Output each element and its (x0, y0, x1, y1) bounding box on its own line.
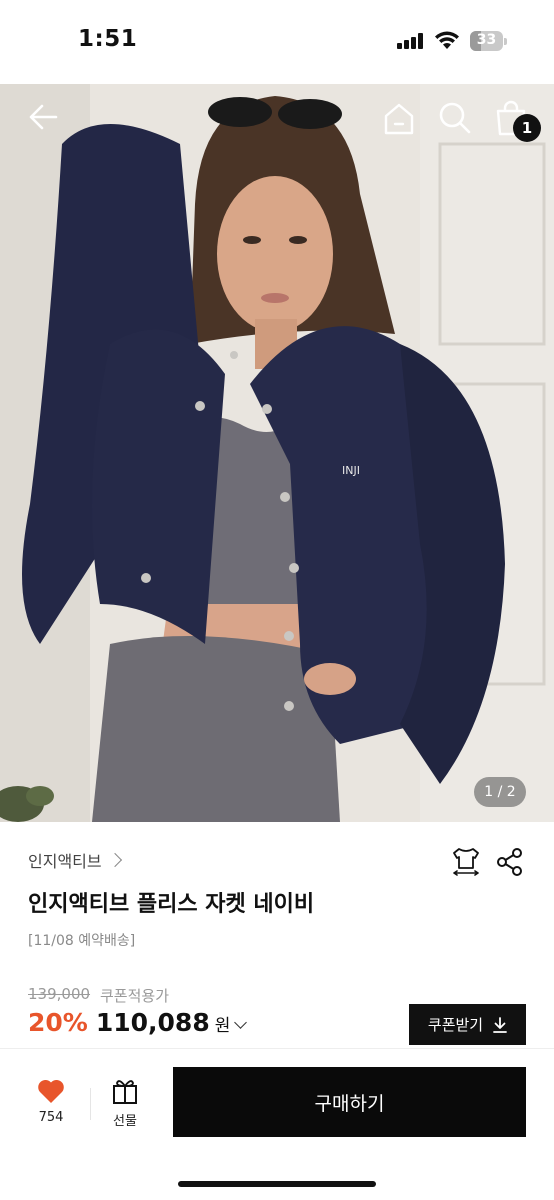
search-icon[interactable] (438, 101, 472, 135)
status-bar: 1:51 33 (0, 0, 554, 84)
wifi-icon (435, 31, 459, 49)
currency-unit: 원 (214, 1016, 231, 1036)
download-icon (493, 1016, 507, 1033)
status-time: 1:51 (78, 26, 138, 52)
product-image[interactable]: INJI (0, 84, 554, 822)
jacket-logo-text: INJI (342, 464, 360, 477)
share-icon[interactable] (496, 847, 524, 877)
gift-label: 선물 (113, 1114, 137, 1129)
chevron-down-icon (234, 1016, 248, 1029)
discount-rate: 20% (28, 1008, 88, 1037)
chevron-right-icon (107, 852, 122, 868)
like-count: 754 (38, 1110, 64, 1125)
battery-icon: 33 (470, 31, 507, 51)
heart-icon (38, 1079, 64, 1103)
battery-percent: 33 (476, 32, 497, 48)
get-coupon-label: 쿠폰받기 (427, 1016, 484, 1034)
sale-price: 110,088 (95, 1008, 210, 1037)
divider (90, 1088, 91, 1120)
original-price: 139,000 (28, 985, 91, 1003)
coupon-price-label: 쿠폰적용가 (100, 987, 170, 1005)
cellular-signal-icon (397, 33, 425, 49)
cart-count-badge: 1 (513, 114, 541, 142)
brand-link[interactable]: 인지액티브 (28, 848, 122, 872)
gift-button[interactable]: 선물 (98, 1078, 152, 1134)
product-photo: INJI (0, 84, 554, 822)
home-indicator (178, 1181, 376, 1187)
product-title: 인지액티브 플리스 자켓 네이비 (28, 892, 315, 917)
like-button[interactable]: 754 (24, 1078, 78, 1134)
price-row[interactable]: 20% 110,088 원 (28, 1008, 248, 1037)
gift-icon (113, 1080, 137, 1104)
get-coupon-button[interactable]: 쿠폰받기 (409, 1004, 526, 1045)
brand-name: 인지액티브 (28, 852, 102, 871)
back-arrow-icon[interactable] (26, 100, 60, 134)
size-guide-icon[interactable] (451, 846, 481, 876)
delivery-note: [11/08 예약배송] (28, 933, 136, 949)
buy-button[interactable]: 구매하기 (173, 1067, 526, 1137)
home-icon[interactable] (382, 102, 416, 136)
image-page-indicator: 1 / 2 (474, 777, 526, 807)
